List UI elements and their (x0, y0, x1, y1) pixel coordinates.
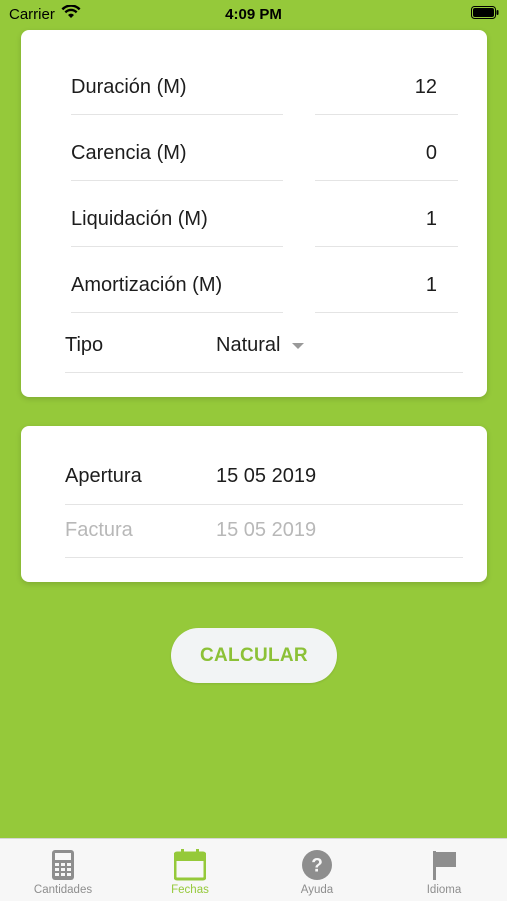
loan-parameters-card: Duración (M) 12 Carencia (M) 0 Liquidaci… (21, 30, 487, 397)
divider (315, 246, 458, 247)
clock-label: 4:09 PM (225, 6, 282, 23)
duration-label: Duración (M) (71, 76, 187, 98)
svg-text:?: ? (311, 856, 323, 877)
divider (65, 504, 463, 505)
duration-input[interactable]: 12 (357, 76, 437, 99)
grace-period-label: Carencia (M) (71, 142, 187, 164)
divider (315, 312, 458, 313)
settlement-label: Liquidación (M) (71, 208, 208, 230)
type-dropdown[interactable]: Natural (216, 334, 304, 357)
chevron-down-icon (292, 343, 304, 349)
divider (71, 312, 283, 313)
divider (65, 372, 463, 373)
amortization-label: Amortización (M) (71, 274, 223, 296)
invoice-date-label: Factura (65, 519, 133, 541)
dates-card: Apertura 15 05 2019 Factura 15 05 2019 (21, 426, 487, 582)
screen: Carrier 4:09 PM Duración (M) 12 Carencia… (0, 0, 507, 901)
invoice-date-field[interactable]: 15 05 2019 (216, 519, 316, 542)
type-selected-value: Natural (216, 334, 281, 356)
battery-icon (471, 6, 499, 19)
tab-bar: Cantidades Fechas ? Ayuda Idioma (0, 838, 507, 901)
tab-label: Fechas (171, 884, 209, 896)
settlement-input[interactable]: 1 (357, 208, 437, 231)
divider (71, 114, 283, 115)
flag-icon (433, 851, 456, 880)
tab-ayuda[interactable]: ? Ayuda (254, 839, 380, 901)
calculate-button[interactable]: CALCULAR (171, 628, 337, 683)
opening-date-field[interactable]: 15 05 2019 (216, 465, 316, 488)
divider (315, 180, 458, 181)
tab-idioma[interactable]: Idioma (381, 839, 507, 901)
divider (315, 114, 458, 115)
type-label: Tipo (65, 334, 104, 356)
divider (71, 246, 283, 247)
tab-label: Ayuda (300, 884, 334, 896)
tab-fechas[interactable]: Fechas (127, 839, 253, 901)
tab-label: Cantidades (33, 884, 93, 896)
tab-cantidades[interactable]: Cantidades (0, 839, 126, 901)
status-bar: Carrier 4:09 PM (0, 0, 507, 28)
tab-label: Idioma (426, 884, 462, 896)
help-icon: ? (302, 850, 332, 880)
divider (71, 180, 283, 181)
calculator-icon (52, 850, 74, 880)
divider (65, 557, 463, 558)
opening-date-label: Apertura (65, 465, 142, 487)
grace-period-input[interactable]: 0 (357, 142, 437, 165)
amortization-input[interactable]: 1 (357, 274, 437, 297)
calendar-icon (174, 849, 206, 881)
